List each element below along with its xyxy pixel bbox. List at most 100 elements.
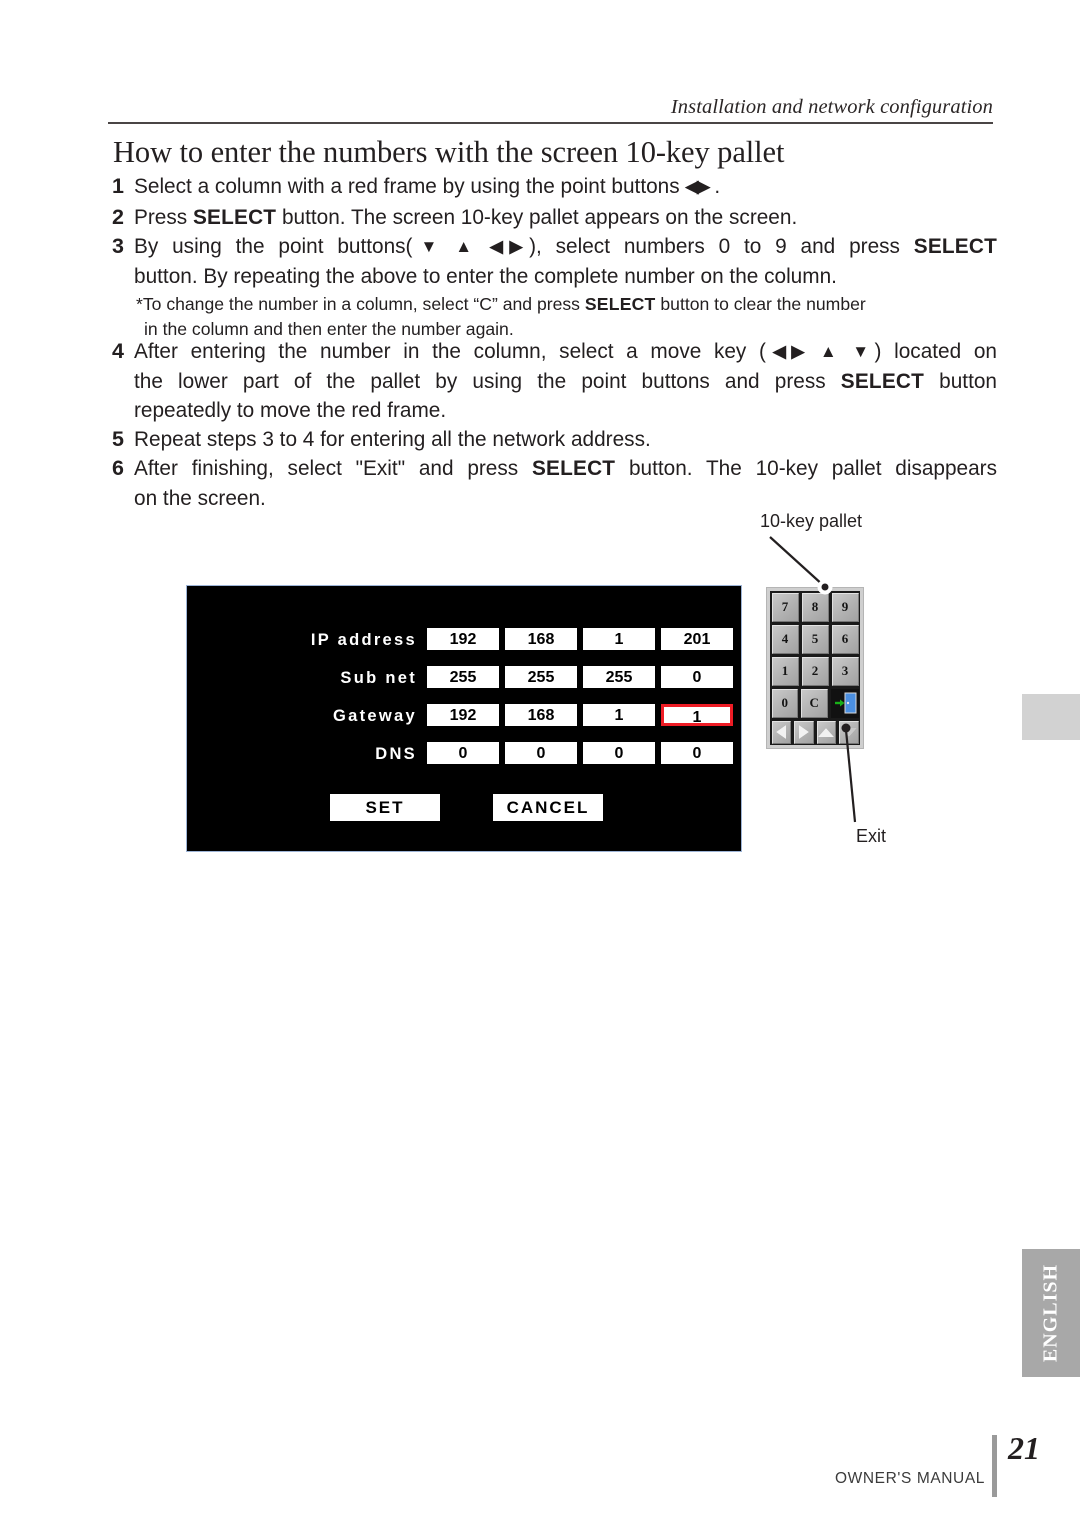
pallet-key-move-up[interactable] [816, 720, 836, 744]
step-6-select-keyword: SELECT [531, 457, 616, 480]
note-select-keyword: SELECT [584, 294, 656, 314]
running-head: Installation and network configuration [670, 96, 993, 118]
step-6-number: 6 [112, 456, 124, 480]
step-4-text: After entering the number in the column,… [134, 337, 997, 426]
osd-label-sub-net: Sub net [340, 669, 417, 687]
move-key-icons: ◀▶ ▲ ▼ [765, 342, 876, 361]
field-subnet-octet-3[interactable]: 255 [583, 666, 655, 688]
osd-label-gateway: Gateway [333, 707, 417, 725]
step-6-line1-b: button. The 10-key pallet disappears [615, 457, 997, 480]
callout-label-exit: Exit [856, 826, 887, 846]
field-gateway-octet-1[interactable]: 192 [427, 704, 499, 726]
step-3-number: 3 [112, 234, 124, 258]
header-rule [108, 122, 993, 124]
pallet-row-2: 4 5 6 [770, 623, 860, 655]
step-4-line-3: repeatedly to move the red frame. [134, 399, 447, 422]
point-buttons-dulr-icon: ▼ ▲ ◀▶ [412, 237, 530, 256]
leader-line-pallet [769, 536, 825, 587]
field-subnet-octet-4[interactable]: 0 [661, 666, 733, 688]
osd-label-ip-address: IP address [310, 631, 417, 649]
pallet-key-0[interactable]: 0 [771, 688, 798, 718]
step-2-part1: Press [134, 206, 193, 229]
step-3-select-keyword: SELECT [913, 235, 998, 258]
step-4-select-keyword: SELECT [840, 369, 925, 393]
pallet-key-move-right[interactable] [794, 720, 814, 744]
left-arrow-icon [776, 725, 787, 739]
field-dns-octet-2[interactable]: 0 [505, 742, 577, 764]
cancel-button[interactable]: CANCEL [493, 794, 603, 821]
field-gateway-octet-2[interactable]: 168 [505, 704, 577, 726]
footer-manual-label: OWNER'S MANUAL [835, 1470, 986, 1487]
ten-key-pallet: 7 8 9 4 5 6 1 2 3 0 C [766, 587, 864, 749]
step-3-line1-a: By using the point buttons( [134, 235, 413, 258]
pallet-key-clear[interactable]: C [801, 688, 828, 718]
step-6-line1-a: After finishing, select "Exit" and press [134, 457, 532, 480]
down-arrow-icon [840, 727, 857, 737]
pallet-key-1[interactable]: 1 [771, 656, 799, 686]
pallet-row-3: 1 2 3 [770, 655, 860, 687]
step-4-line-1: After entering the number in the column,… [134, 337, 997, 367]
field-ip-octet-4[interactable]: 201 [661, 628, 733, 650]
pallet-key-move-down[interactable] [839, 720, 859, 744]
note-line1-a: *To change the number in a column, selec… [136, 294, 585, 314]
field-dns-octet-4[interactable]: 0 [661, 742, 733, 764]
network-setting-osd-dialog: IP address Sub net Gateway DNS 192 168 1… [186, 585, 742, 852]
step-6-line-1: After finishing, select "Exit" and press… [134, 454, 997, 484]
step-6-text: After finishing, select "Exit" and press… [134, 454, 997, 513]
step-4-line2-b: button [924, 369, 997, 393]
field-gateway-octet-4[interactable]: 1 [661, 704, 733, 726]
step-5-text: Repeat steps 3 to 4 for entering all the… [134, 428, 651, 451]
step-1-text-after: . [708, 175, 721, 198]
pallet-key-6[interactable]: 6 [831, 624, 859, 654]
ten-key-pallet-inner: 7 8 9 4 5 6 1 2 3 0 C [770, 591, 860, 745]
step-2-select-keyword: SELECT [192, 206, 277, 229]
pallet-key-2[interactable]: 2 [801, 656, 829, 686]
step-3: 3 By using the point buttons(▼ ▲ ◀▶), se… [112, 232, 997, 291]
set-button[interactable]: SET [330, 794, 440, 821]
step-1-number: 1 [112, 174, 124, 198]
right-arrow-icon [798, 725, 809, 739]
step-2-number: 2 [112, 205, 124, 229]
step-3-line1-b: ), select numbers 0 to 9 and press [529, 235, 914, 258]
language-tab-label: ENGLISH [1039, 1263, 1062, 1363]
step-3-line-1: By using the point buttons(▼ ▲ ◀▶), sele… [134, 232, 997, 262]
step-3-line-2: button. By repeating the above to enter … [134, 264, 837, 288]
field-dns-octet-1[interactable]: 0 [427, 742, 499, 764]
pallet-row-arrows [770, 719, 860, 745]
step-1: 1 Select a column with a red frame by us… [112, 172, 997, 202]
pallet-key-9[interactable]: 9 [831, 592, 859, 622]
pallet-key-5[interactable]: 5 [801, 624, 829, 654]
step-1-text: Select a column with a red frame by usin… [134, 172, 997, 202]
pallet-key-8[interactable]: 8 [801, 592, 829, 622]
pallet-key-7[interactable]: 7 [771, 592, 799, 622]
step-5: 5 Repeat steps 3 to 4 for entering all t… [112, 425, 997, 455]
footer-divider [992, 1435, 997, 1497]
pallet-key-move-left[interactable] [771, 720, 791, 744]
step-4-line1-a: After entering the number in the column,… [134, 340, 766, 363]
step-4: 4 After entering the number in the colum… [112, 337, 997, 426]
step-4-line-2: the lower part of the pallet by using th… [134, 367, 997, 397]
step-6: 6 After finishing, select "Exit" and pre… [112, 454, 997, 513]
up-arrow-icon [818, 727, 835, 737]
page-number: 21 [1008, 1430, 1040, 1466]
pallet-key-4[interactable]: 4 [771, 624, 799, 654]
osd-label-dns: DNS [375, 745, 417, 763]
field-subnet-octet-1[interactable]: 255 [427, 666, 499, 688]
field-ip-octet-2[interactable]: 168 [505, 628, 577, 650]
field-gateway-octet-3[interactable]: 1 [583, 704, 655, 726]
pallet-key-exit[interactable] [830, 688, 859, 718]
field-ip-octet-1[interactable]: 192 [427, 628, 499, 650]
section-tab-marker [1022, 694, 1080, 740]
step-4-line1-b: ) located on [874, 340, 997, 363]
pallet-key-3[interactable]: 3 [831, 656, 859, 686]
step-4-number: 4 [112, 339, 124, 363]
page-title: How to enter the numbers with the screen… [113, 135, 785, 169]
field-subnet-octet-2[interactable]: 255 [505, 666, 577, 688]
step-2: 2 Press SELECT button. The screen 10-key… [112, 203, 997, 233]
language-tab: ENGLISH [1022, 1249, 1080, 1377]
step-1-text-before: Select a column with a red frame by usin… [134, 175, 686, 198]
pallet-row-1: 7 8 9 [770, 591, 860, 623]
field-ip-octet-3[interactable]: 1 [583, 628, 655, 650]
field-dns-octet-3[interactable]: 0 [583, 742, 655, 764]
point-buttons-lr-icon: ◀▶ [685, 177, 710, 196]
